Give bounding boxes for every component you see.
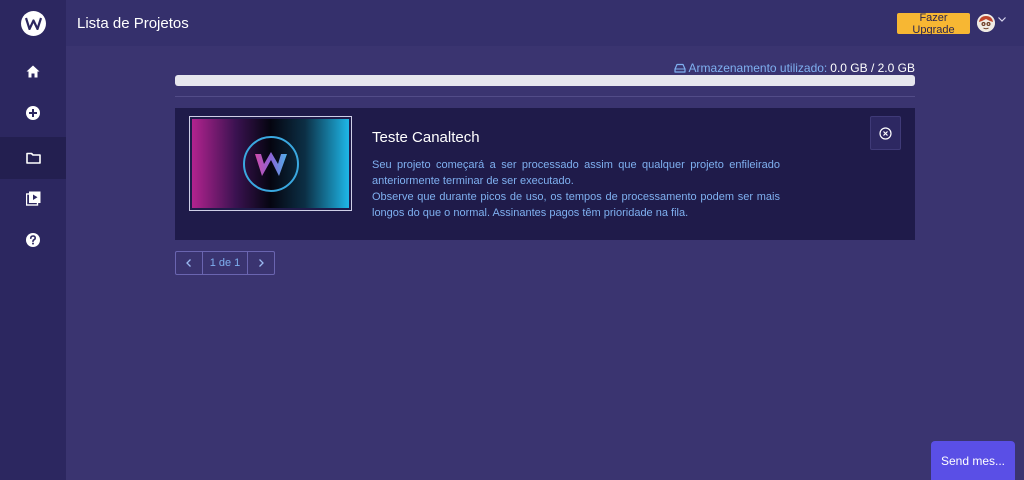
- sidebar-item-help[interactable]: [0, 219, 66, 261]
- sidebar-item-projects[interactable]: [0, 137, 66, 179]
- prev-page-button[interactable]: [176, 252, 202, 274]
- close-circle-icon: [879, 126, 892, 140]
- home-icon: [26, 65, 40, 77]
- storage-label: Armazenamento utilizado:: [688, 61, 828, 75]
- project-desc-line2: Observe que durante picos de uso, os tem…: [372, 191, 780, 219]
- sidebar-item-new-project[interactable]: [0, 92, 66, 134]
- wondershare-logo-icon: [242, 135, 299, 192]
- folder-icon: [25, 152, 41, 164]
- project-desc-line1: Seu projeto começará a ser processado as…: [372, 159, 780, 187]
- chevron-down-icon[interactable]: [997, 14, 1007, 24]
- close-project-button[interactable]: [870, 116, 901, 150]
- wondershare-logo-icon: [25, 17, 42, 30]
- next-page-button[interactable]: [248, 252, 274, 274]
- pagination: 1 de 1: [175, 251, 275, 275]
- page-indicator: 1 de 1: [202, 252, 248, 274]
- project-thumbnail[interactable]: [189, 116, 352, 211]
- project-card: Teste Canaltech Seu projeto começará a s…: [175, 108, 915, 240]
- plus-circle-icon: [26, 106, 40, 120]
- project-title: Teste Canaltech: [372, 129, 480, 146]
- storage-progress-bar: [175, 75, 915, 86]
- storage-usage: Armazenamento utilizado: 0.0 GB / 2.0 GB: [673, 61, 915, 75]
- hard-drive-icon: [673, 63, 686, 73]
- chat-send-message-button[interactable]: Send mes...: [931, 441, 1015, 480]
- chevron-left-icon: [186, 259, 191, 267]
- sidebar-item-videos[interactable]: [0, 177, 66, 219]
- chevron-right-icon: [259, 259, 264, 267]
- sidebar-item-home[interactable]: [0, 50, 66, 92]
- upgrade-button[interactable]: Fazer Upgrade: [897, 12, 970, 36]
- divider: [175, 96, 915, 97]
- logo[interactable]: [21, 11, 46, 36]
- help-icon: [26, 233, 40, 247]
- sidebar: [0, 0, 66, 480]
- storage-value: 0.0 GB / 2.0 GB: [830, 61, 915, 75]
- top-header: Lista de Projetos Fazer Upgrade: [66, 0, 1024, 46]
- avatar[interactable]: [977, 14, 995, 32]
- video-library-icon: [25, 191, 40, 206]
- page-title: Lista de Projetos: [77, 15, 189, 32]
- project-description: Seu projeto começará a ser processado as…: [372, 157, 780, 221]
- avatar-icon: [977, 14, 995, 32]
